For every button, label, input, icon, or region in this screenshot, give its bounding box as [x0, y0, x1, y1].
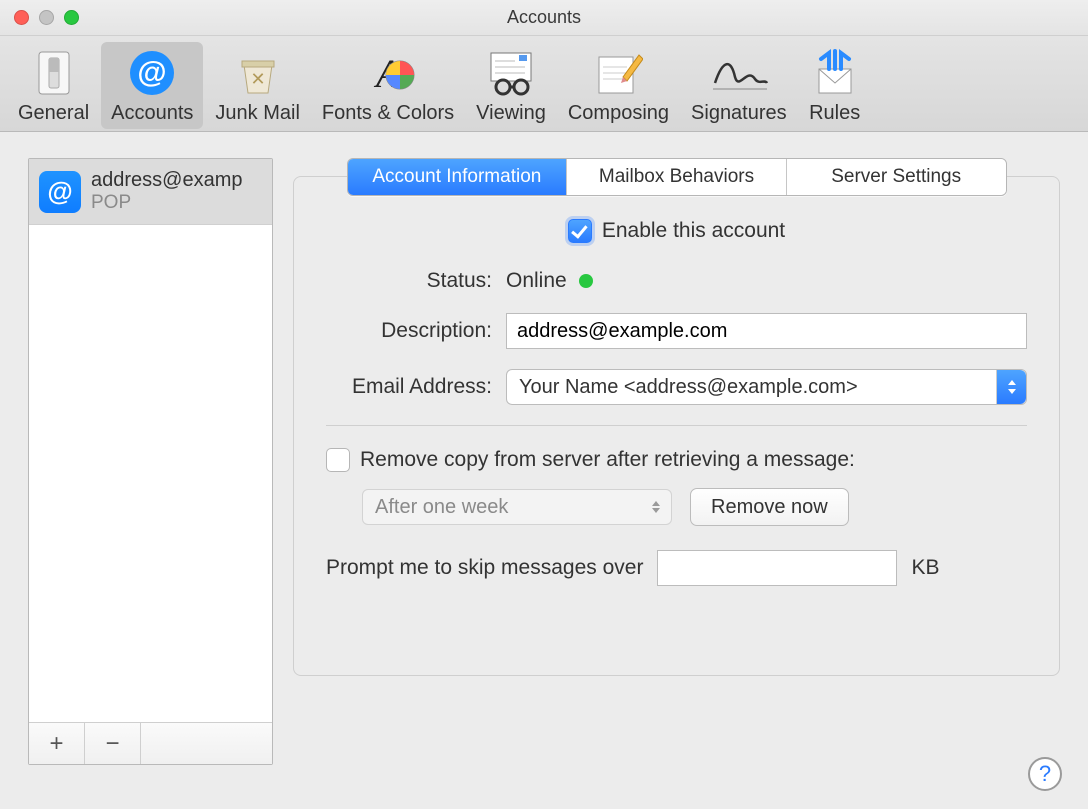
svg-text:@: @: [138, 56, 167, 89]
accounts-sidebar: @ address@examp POP + −: [28, 158, 273, 765]
at-sign-icon: @: [39, 171, 81, 213]
help-button[interactable]: ?: [1028, 757, 1062, 791]
divider: [326, 425, 1027, 426]
account-name: address@examp: [91, 169, 242, 192]
tab-mailbox-behaviors[interactable]: Mailbox Behaviors: [567, 159, 787, 195]
skip-unit-label: KB: [911, 556, 939, 580]
skip-messages-label: Prompt me to skip messages over: [326, 556, 643, 580]
content: @ address@examp POP + − Account Informat…: [0, 132, 1088, 785]
account-list-item[interactable]: @ address@examp POP: [29, 159, 272, 225]
sidebar-extra: [141, 723, 272, 764]
email-address-label: Email Address:: [326, 375, 506, 399]
rules-icon: [809, 48, 861, 98]
email-address-value: Your Name <address@example.com>: [519, 376, 858, 399]
remove-now-button[interactable]: Remove now: [690, 488, 849, 526]
remove-copy-checkbox[interactable]: [326, 448, 350, 472]
switch-icon: [35, 48, 73, 98]
toolbar-item-rules[interactable]: Rules: [799, 42, 871, 129]
svg-text:✕: ✕: [250, 69, 265, 89]
enable-account-checkbox[interactable]: [568, 219, 592, 243]
skip-size-input[interactable]: [657, 550, 897, 586]
toolbar-item-junk-mail[interactable]: ✕ Junk Mail: [205, 42, 309, 129]
popup-arrows-icon: [641, 490, 671, 524]
account-type: POP: [91, 192, 242, 214]
toolbar-label-signatures: Signatures: [691, 102, 787, 125]
email-address-popup[interactable]: Your Name <address@example.com>: [506, 369, 1027, 405]
viewing-icon: [485, 48, 537, 98]
trash-icon: ✕: [234, 48, 282, 98]
status-value: Online: [506, 269, 567, 293]
popup-arrows-icon: [996, 370, 1026, 404]
tab-strip: Account Information Mailbox Behaviors Se…: [347, 158, 1007, 196]
description-input[interactable]: [506, 313, 1027, 349]
toolbar-item-accounts[interactable]: @ Accounts: [101, 42, 203, 129]
remove-delay-value: After one week: [375, 496, 508, 519]
signature-icon: [709, 48, 769, 98]
status-label: Status:: [326, 269, 506, 293]
toolbar-label-rules: Rules: [809, 102, 860, 125]
toolbar-label-accounts: Accounts: [111, 102, 193, 125]
sidebar-toolbar: + −: [29, 722, 272, 764]
titlebar: Accounts: [0, 0, 1088, 36]
toolbar-item-general[interactable]: General: [8, 42, 99, 129]
remove-copy-label: Remove copy from server after retrieving…: [360, 448, 855, 472]
status-indicator-icon: [579, 274, 593, 288]
remove-delay-popup[interactable]: After one week: [362, 489, 672, 525]
help-icon: ?: [1039, 761, 1051, 787]
toolbar-item-viewing[interactable]: Viewing: [466, 42, 556, 129]
account-panel: Account Information Mailbox Behaviors Se…: [293, 158, 1060, 765]
account-text: address@examp POP: [91, 169, 242, 214]
remove-account-button[interactable]: −: [85, 723, 141, 764]
tab-account-information[interactable]: Account Information: [348, 159, 568, 195]
enable-account-label: Enable this account: [602, 219, 785, 243]
panel-body: Enable this account Status: Online Descr…: [293, 176, 1060, 676]
tab-server-settings[interactable]: Server Settings: [787, 159, 1006, 195]
toolbar-item-composing[interactable]: Composing: [558, 42, 679, 129]
add-account-button[interactable]: +: [29, 723, 85, 764]
preferences-toolbar: General @ Accounts ✕ Junk Mail A Fonts &…: [0, 36, 1088, 132]
fonts-colors-icon: A: [360, 48, 416, 98]
toolbar-label-junk: Junk Mail: [215, 102, 299, 125]
toolbar-label-viewing: Viewing: [476, 102, 546, 125]
toolbar-label-general: General: [18, 102, 89, 125]
toolbar-label-composing: Composing: [568, 102, 669, 125]
description-label: Description:: [326, 319, 506, 343]
toolbar-label-fonts: Fonts & Colors: [322, 102, 454, 125]
toolbar-item-fonts-colors[interactable]: A Fonts & Colors: [312, 42, 464, 129]
at-sign-icon: @: [128, 48, 176, 98]
toolbar-item-signatures[interactable]: Signatures: [681, 42, 797, 129]
window-title: Accounts: [0, 7, 1088, 28]
sidebar-spacer: [29, 225, 272, 722]
compose-icon: [593, 48, 643, 98]
